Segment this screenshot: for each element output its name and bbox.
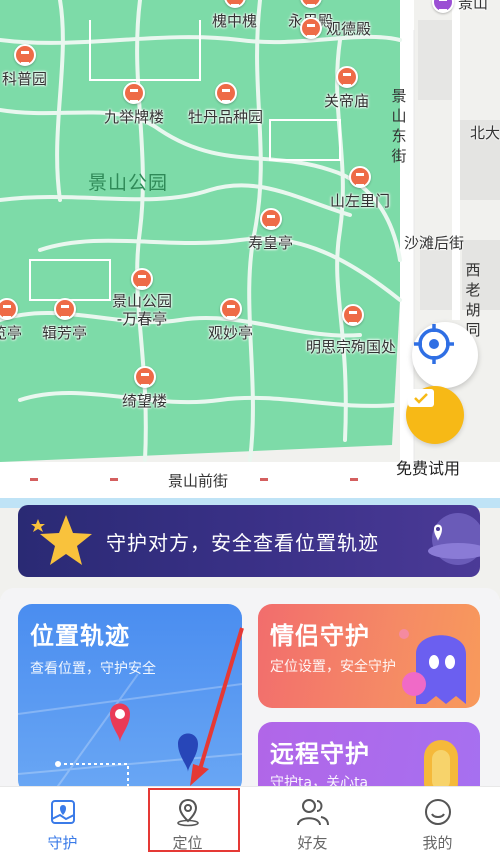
track-card-title: 位置轨迹 [30,622,130,650]
poi-label: 观妙亭 [208,324,254,342]
poi-label: 牡丹品种园 [188,108,264,126]
poi-pin-icon [131,268,153,290]
couple-guard-card[interactable]: 情侣守护 定位设置，安全守护 [258,604,480,708]
poi-pin-icon [133,366,156,388]
track-map-illustration [18,674,242,794]
bottom-tab-bar: 守护 定位 好友 我的 [0,786,500,856]
remote-card-title: 远程守护 [270,740,370,768]
street-label-beida: 北大 [470,124,500,142]
poi-label: 览亭 [0,324,23,342]
road-label: 景山前街 [168,472,229,490]
poi-pin-icon [214,82,237,104]
tab-label: 我的 [422,834,453,852]
couple-card-subtitle: 定位设置，安全守护 [270,659,396,675]
location-pin-icon [428,513,480,565]
poi-label: 九举牌楼 [104,108,165,126]
poi-label: 科普园 [2,70,48,88]
poi-label: 槐中槐 [212,12,258,30]
poi-label: 山左里门 [330,192,391,210]
poi-pin-icon [349,166,371,188]
tab-label: 好友 [297,834,328,852]
poi-mudanyuan[interactable]: 牡丹品种园 [188,82,263,127]
free-trial-label: 免费试用 [396,459,461,478]
app-screen: 景山公园 槐中槐 永思殿 景山 科普园 观德殿 九举牌楼 牡丹品种园 [0,0,500,856]
poi-shanzuolimen[interactable]: 山左里门 [330,166,390,211]
poi-guandimiao[interactable]: 关帝庙 [324,66,369,111]
poi-lanting[interactable]: 览亭 [0,298,22,343]
tab-guard[interactable]: 守护 [0,787,125,856]
tab-friends[interactable]: 好友 [250,787,375,856]
poi-label: 明思宗殉国处 [306,338,397,356]
poi-pin-icon [300,16,322,39]
street-label-xilao: 西老胡同 [465,261,481,339]
poi-pin-icon [432,0,454,13]
poi-label: 辑芳亭 [42,324,88,342]
poi-pin-icon [219,298,242,320]
tab-label: 守护 [47,834,78,852]
park-name-label: 景山公园 [88,172,169,194]
poi-qiwanglou[interactable]: 绮望楼 [122,366,167,411]
poi-pin-icon [342,304,364,326]
poi-label: 关帝庙 [324,92,370,110]
poi-mingsizong[interactable]: 明思宗殉国处 [306,304,397,357]
star-icon [31,515,92,565]
poi-pin-icon [13,44,36,66]
poi-pin-icon [259,208,282,230]
poi-wanchunting[interactable]: 景山公园 -万春亭 [112,268,172,328]
poi-pin-icon [223,0,246,8]
poi-kepuyuan[interactable]: 科普园 [2,44,47,89]
free-trial-button[interactable] [406,386,464,444]
poi-jingshan[interactable]: 景山 [432,0,488,13]
locate-button[interactable] [412,322,478,388]
map-pin-icon [46,795,80,829]
poi-jiujupailou[interactable]: 九举牌楼 [104,82,164,127]
poi-guanmiaoting[interactable]: 观妙亭 [208,298,253,343]
poi-pin-icon [299,0,322,8]
crosshair-icon [414,324,454,364]
poi-shouhuangting[interactable]: 寿皇亭 [248,208,293,253]
profile-icon [421,795,455,829]
highlight-box [148,788,240,852]
friends-icon [296,795,330,829]
street-label-shatan: 沙滩后街 [404,234,465,252]
poi-label: 景山公园 -万春亭 [112,292,173,328]
poi-label: 观德殿 [326,20,372,38]
banner-text: 守护对方，安全查看位置轨迹 [106,531,379,555]
couple-card-title: 情侣守护 [270,622,370,650]
poi-pin-icon [123,82,145,104]
ghost-mascot-icon [399,629,466,704]
poi-pin-icon [0,298,18,320]
poi-label: 景山 [458,0,489,12]
poi-pin-icon [335,66,358,88]
track-card[interactable]: 位置轨迹 查看位置，守护安全 [18,604,242,794]
poi-label: 绮望楼 [122,392,168,410]
poi-guandedian[interactable]: 观德殿 [300,16,371,39]
poi-pin-icon [53,298,76,320]
poi-jifangting[interactable]: 辑芳亭 [42,298,87,343]
street-label-jingshan-east: 景山东街 [391,87,407,165]
poi-huaizhonghuai[interactable]: 槐中槐 [212,0,257,31]
promo-banner[interactable]: 守护对方，安全查看位置轨迹 [18,505,480,577]
tab-mine[interactable]: 我的 [375,787,500,856]
poi-label: 寿皇亭 [248,234,294,252]
ticket-icon [408,389,434,407]
